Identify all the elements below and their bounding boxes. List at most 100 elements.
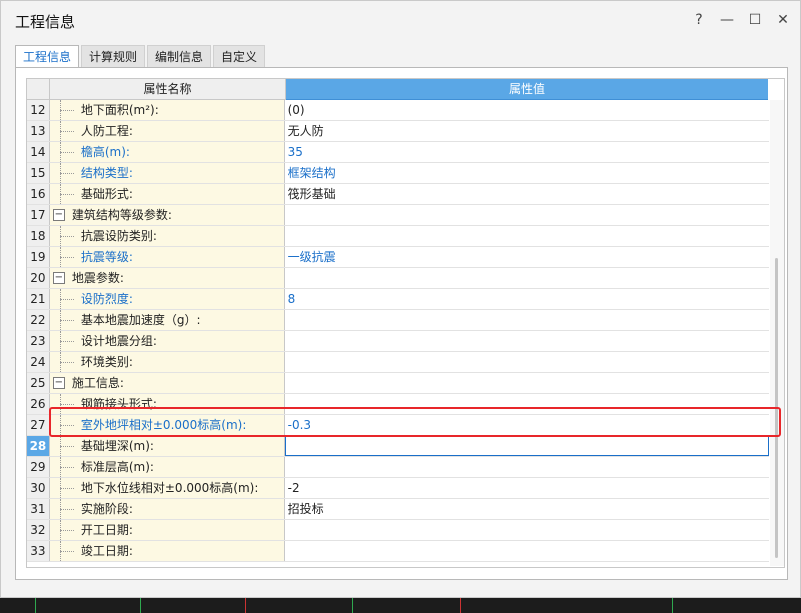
property-name-cell[interactable]: 室外地坪相对±0.000标高(m):	[49, 415, 285, 435]
tab-project-info[interactable]: 工程信息	[15, 45, 80, 69]
property-value-cell[interactable]	[284, 331, 769, 351]
grid-row[interactable]: 32 开工日期:	[27, 520, 769, 541]
grid-row[interactable]: 18 抗震设防类别:	[27, 226, 769, 247]
grid-row[interactable]: 29 标准层高(m):	[27, 457, 769, 478]
property-name-cell[interactable]: − 地震参数:	[49, 268, 285, 288]
property-name-label: 地震参数:	[71, 271, 124, 285]
property-value-cell[interactable]: 35	[284, 142, 769, 162]
tree-branch	[59, 110, 74, 111]
grid-row[interactable]: 31 实施阶段: 招投标	[27, 499, 769, 520]
tree-branch	[59, 467, 74, 468]
property-name-cell[interactable]: 设计地震分组:	[49, 331, 285, 351]
scrollbar-thumb[interactable]	[775, 258, 778, 558]
property-name-label: 基本地震加速度（g）:	[80, 313, 201, 327]
collapse-toggle-icon[interactable]: −	[52, 272, 65, 284]
property-name-cell[interactable]: 实施阶段:	[49, 499, 285, 519]
property-name-cell[interactable]: 基础形式:	[49, 184, 285, 204]
property-value-cell[interactable]	[284, 457, 769, 477]
grid-row[interactable]: 21 设防烈度: 8	[27, 289, 769, 310]
grid-row[interactable]: 25− 施工信息:	[27, 373, 769, 394]
property-name-cell[interactable]: 抗震设防类别:	[49, 226, 285, 246]
property-name-cell[interactable]: 设防烈度:	[49, 289, 285, 309]
property-name-cell[interactable]: 基本地震加速度（g）:	[49, 310, 285, 330]
property-name-cell[interactable]: 结构类型:	[49, 163, 285, 183]
property-name-label: 施工信息:	[71, 376, 124, 390]
grid-row[interactable]: 33 竣工日期:	[27, 541, 769, 562]
grid-row[interactable]: 14 檐高(m): 35	[27, 142, 769, 163]
property-value-cell[interactable]: -0.3	[284, 415, 769, 435]
header-property-value: 属性值	[286, 79, 768, 100]
row-number: 24	[27, 352, 50, 372]
property-value-cell[interactable]: 框架结构	[284, 163, 769, 183]
property-value-cell[interactable]	[284, 310, 769, 330]
property-value-cell[interactable]	[284, 205, 769, 225]
grid-row[interactable]: 24 环境类别:	[27, 352, 769, 373]
property-value-cell[interactable]	[284, 226, 769, 246]
property-value-cell[interactable]: -2	[284, 478, 769, 498]
row-number: 25	[27, 373, 50, 393]
vertical-scrollbar[interactable]	[770, 100, 784, 566]
grid-row[interactable]: 26 钢筋接头形式:	[27, 394, 769, 415]
grid-row[interactable]: 20− 地震参数:	[27, 268, 769, 289]
grid-row[interactable]: 30 地下水位线相对±0.000标高(m): -2	[27, 478, 769, 499]
row-number: 15	[27, 163, 50, 183]
property-value-cell[interactable]: 无人防	[284, 121, 769, 141]
help-button[interactable]: ?	[684, 7, 714, 33]
property-value-cell[interactable]	[284, 394, 769, 414]
grid-row[interactable]: 27 室外地坪相对±0.000标高(m): -0.3	[27, 415, 769, 436]
property-value-cell[interactable]	[284, 352, 769, 372]
property-name-cell[interactable]: 钢筋接头形式:	[49, 394, 285, 414]
titlebar[interactable]: 工程信息 ? — ☐ ✕	[1, 1, 800, 39]
grid-row[interactable]: 12 地下面积(m²): (0)	[27, 100, 769, 121]
property-value-cell[interactable]	[284, 436, 769, 456]
property-name-cell[interactable]: − 施工信息:	[49, 373, 285, 393]
property-value-cell[interactable]	[284, 268, 769, 288]
property-value-cell[interactable]: (0)	[284, 100, 769, 120]
grid-row[interactable]: 16 基础形式: 筏形基础	[27, 184, 769, 205]
grid-row[interactable]: 13 人防工程: 无人防	[27, 121, 769, 142]
collapse-toggle-icon[interactable]: −	[52, 377, 65, 389]
tree-branch	[59, 362, 74, 363]
row-number: 31	[27, 499, 50, 519]
minimize-button[interactable]: —	[712, 7, 742, 33]
property-name-cell[interactable]: − 建筑结构等级参数:	[49, 205, 285, 225]
property-value-cell[interactable]	[284, 373, 769, 393]
property-value-cell[interactable]: 筏形基础	[284, 184, 769, 204]
row-number: 22	[27, 310, 50, 330]
property-name-cell[interactable]: 地下面积(m²):	[49, 100, 285, 120]
property-name-cell[interactable]: 抗震等级:	[49, 247, 285, 267]
property-name-cell[interactable]: 人防工程:	[49, 121, 285, 141]
grid-row[interactable]: 15 结构类型: 框架结构	[27, 163, 769, 184]
tree-branch	[59, 152, 74, 153]
close-button[interactable]: ✕	[768, 7, 798, 33]
property-name-label: 钢筋接头形式:	[80, 397, 157, 411]
property-value-cell[interactable]: 8	[284, 289, 769, 309]
row-number: 18	[27, 226, 50, 246]
tab-compile-info[interactable]: 编制信息	[147, 45, 212, 68]
property-value-cell[interactable]: 招投标	[284, 499, 769, 519]
tree-branch	[59, 299, 74, 300]
property-name-cell[interactable]: 标准层高(m):	[49, 457, 285, 477]
property-name-cell[interactable]: 开工日期:	[49, 520, 285, 540]
grid-row[interactable]: 17− 建筑结构等级参数:	[27, 205, 769, 226]
grid-row[interactable]: 28 基础埋深(m):	[27, 436, 769, 457]
tree-branch	[59, 488, 74, 489]
property-name-cell[interactable]: 基础埋深(m):	[49, 436, 285, 456]
collapse-toggle-icon[interactable]: −	[52, 209, 65, 221]
property-value-cell[interactable]	[284, 541, 769, 561]
property-name-cell[interactable]: 竣工日期:	[49, 541, 285, 561]
grid-row[interactable]: 23 设计地震分组:	[27, 331, 769, 352]
tab-custom[interactable]: 自定义	[213, 45, 266, 68]
grid-row[interactable]: 19 抗震等级: 一级抗震	[27, 247, 769, 268]
property-name-cell[interactable]: 环境类别:	[49, 352, 285, 372]
property-name-label: 建筑结构等级参数:	[71, 208, 172, 222]
property-name-cell[interactable]: 地下水位线相对±0.000标高(m):	[49, 478, 285, 498]
property-name-label: 人防工程:	[80, 124, 133, 138]
property-name-cell[interactable]: 檐高(m):	[49, 142, 285, 162]
maximize-button[interactable]: ☐	[740, 7, 770, 33]
grid-row[interactable]: 22 基本地震加速度（g）:	[27, 310, 769, 331]
property-value-cell[interactable]: 一级抗震	[284, 247, 769, 267]
tab-calc-rules[interactable]: 计算规则	[81, 45, 146, 68]
property-name-label: 结构类型:	[80, 166, 133, 180]
property-value-cell[interactable]	[284, 520, 769, 540]
